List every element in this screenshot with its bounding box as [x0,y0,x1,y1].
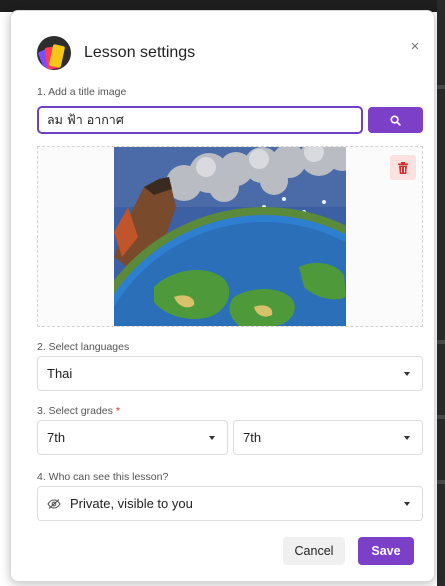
search-button[interactable] [368,107,423,133]
eye-slash-icon [47,498,61,509]
close-icon[interactable]: × [405,37,425,57]
grades-label-text: 3. Select grades [37,405,113,417]
app-logo [37,36,71,70]
dialog-title: Lesson settings [84,44,196,61]
chevron-down-icon [209,435,215,440]
required-marker: * [115,405,120,417]
grade-to-select[interactable]: 7th [233,420,423,455]
save-button[interactable]: Save [358,537,414,565]
grades-label: 3. Select grades * [37,405,120,417]
chevron-down-icon [404,501,410,506]
chevron-down-icon [404,371,410,376]
delete-image-button[interactable] [390,155,416,180]
visibility-label: 4. Who can see this lesson? [37,471,169,483]
cancel-button[interactable]: Cancel [283,537,345,565]
lesson-settings-dialog: Lesson settings × 1. Add a title image ล… [10,10,435,582]
title-image-preview [37,146,423,327]
chevron-down-icon [404,435,410,440]
dialog-header: Lesson settings [37,35,397,71]
grade-to-value: 7th [243,430,262,445]
visibility-select[interactable]: Private, visible to you [37,486,423,521]
trash-icon [398,161,408,174]
backdrop-edge [437,0,445,586]
languages-label: 2. Select languages [37,341,130,353]
earth-illustration [114,147,346,326]
title-image-search-input[interactable] [37,106,363,134]
visibility-select-value: Private, visible to you [70,496,193,511]
search-icon [390,114,401,126]
language-select-value: Thai [47,366,73,381]
grade-from-select[interactable]: 7th [37,420,228,455]
title-image-label: 1. Add a title image [37,86,127,98]
grade-from-value: 7th [47,430,66,445]
language-select[interactable]: Thai [37,356,423,391]
